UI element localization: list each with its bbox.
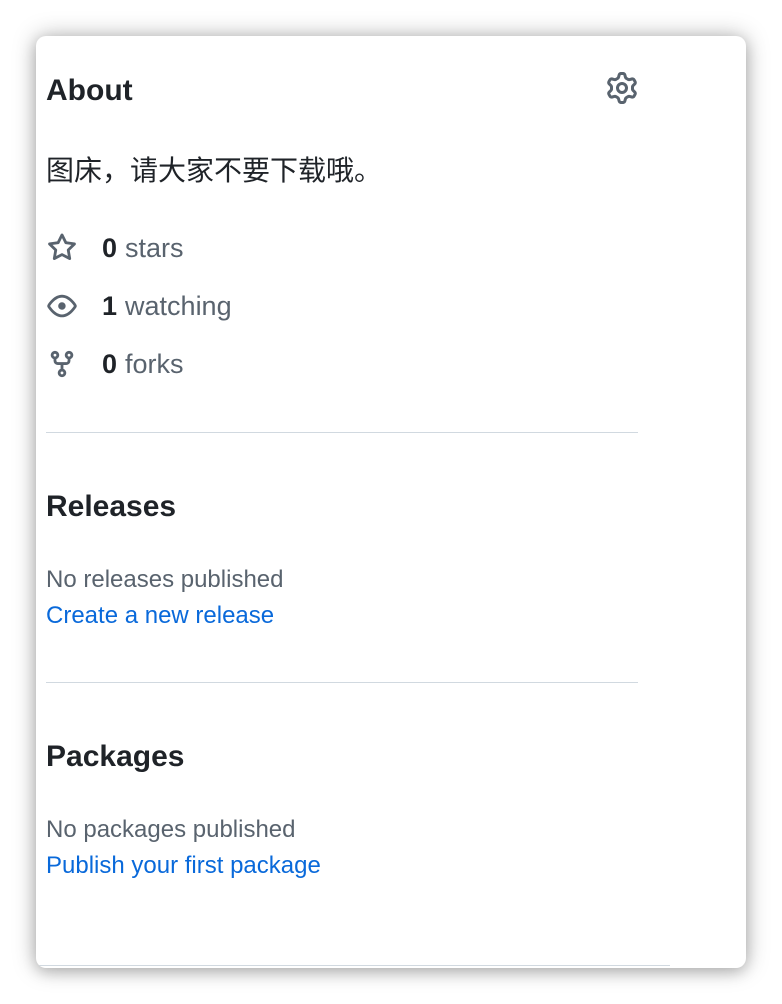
watching-label: watching <box>125 290 232 321</box>
repo-sidebar-window: About 图床，请大家不要下载哦。 0 stars 1 watching 0 … <box>36 36 746 968</box>
gear-icon <box>607 72 637 104</box>
stars-label: stars <box>125 232 184 263</box>
repo-description: 图床，请大家不要下载哦。 <box>46 154 383 187</box>
repo-sidebar: About 图床，请大家不要下载哦。 0 stars 1 watching 0 … <box>46 36 638 968</box>
about-settings-button[interactable] <box>606 72 638 104</box>
watching-link[interactable]: 1 watching <box>46 288 232 324</box>
star-icon <box>46 232 78 264</box>
stars-link[interactable]: 0 stars <box>46 230 184 266</box>
bottom-divider <box>36 965 670 966</box>
watching-count: 1 <box>102 290 118 321</box>
releases-empty-text: No releases published <box>46 566 284 593</box>
create-release-link[interactable]: Create a new release <box>46 604 274 628</box>
about-heading: About <box>46 74 133 107</box>
forks-link[interactable]: 0 forks <box>46 346 184 382</box>
packages-heading[interactable]: Packages <box>46 742 184 772</box>
stars-count: 0 <box>102 232 118 263</box>
forks-count: 0 <box>102 348 118 379</box>
eye-icon <box>46 290 78 322</box>
forks-label: forks <box>125 348 184 379</box>
publish-package-link[interactable]: Publish your first package <box>46 854 321 878</box>
fork-icon <box>46 348 78 380</box>
releases-heading[interactable]: Releases <box>46 492 176 522</box>
section-divider <box>46 682 638 683</box>
packages-empty-text: No packages published <box>46 816 296 843</box>
section-divider <box>46 432 638 433</box>
